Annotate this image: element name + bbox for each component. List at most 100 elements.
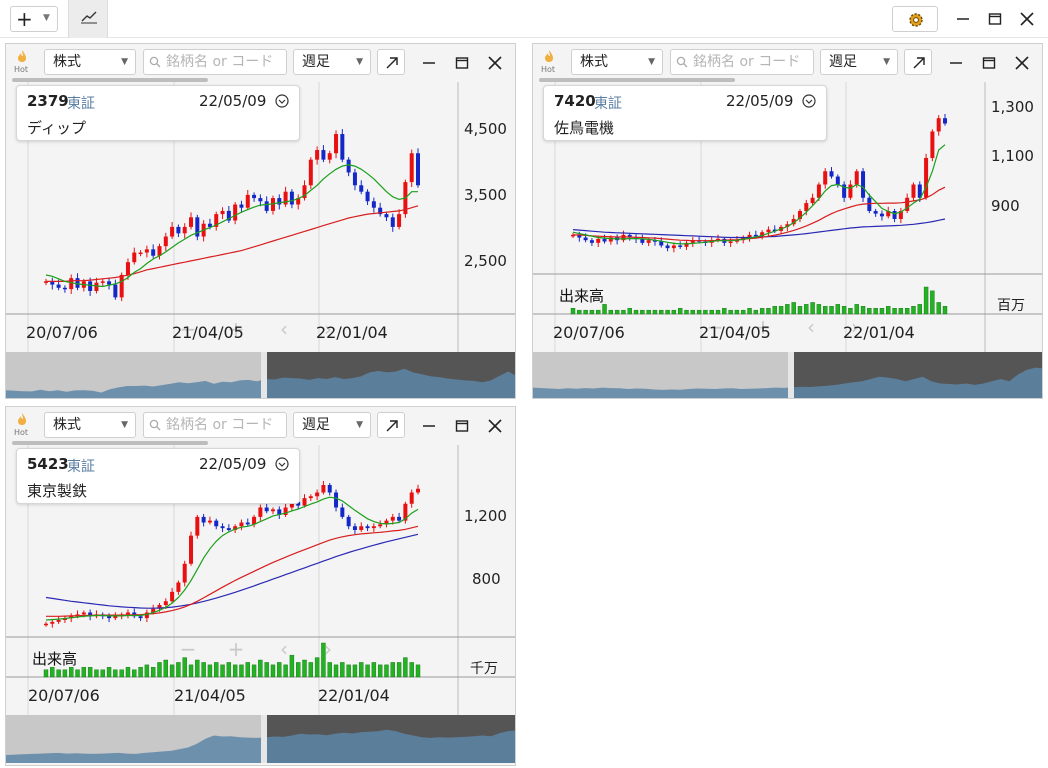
- period-select-value: 週足: [302, 54, 330, 70]
- panel-close-button[interactable]: [485, 416, 505, 436]
- moving-average-short-line: [45, 496, 419, 621]
- chevron-down-circle-icon[interactable]: [802, 94, 816, 108]
- scroll-right-button[interactable]: ›: [316, 638, 340, 662]
- hot-button[interactable]: Hot: [12, 48, 34, 76]
- candle-body: [340, 134, 345, 160]
- panel-maximize-button[interactable]: [452, 416, 472, 436]
- add-panel-button[interactable]: + ▼: [10, 6, 58, 32]
- volume-bar: [327, 662, 332, 678]
- stock-name: ディップ: [27, 119, 86, 137]
- chevron-down-circle-icon[interactable]: [275, 94, 289, 108]
- panel-minimize-button[interactable]: [419, 416, 439, 436]
- volume-bar: [119, 669, 124, 678]
- y-tick-label: 800: [472, 570, 501, 588]
- open-external-button[interactable]: [377, 49, 405, 75]
- candle-body: [239, 204, 244, 208]
- volume-bar: [741, 309, 746, 315]
- hot-button[interactable]: Hot: [12, 411, 34, 439]
- volume-bar: [56, 669, 61, 678]
- navigator-handle: [261, 352, 267, 398]
- zoom-out-button[interactable]: −: [176, 638, 200, 662]
- exchange-label: 東証: [67, 459, 95, 475]
- candle-body: [728, 241, 733, 244]
- chart-panel: Hot 株式 ▼ 銘柄名 or コード 週足 ▼: [5, 43, 516, 399]
- market-select[interactable]: 株式 ▼: [571, 49, 663, 75]
- x-tick-label: 20/07/06: [28, 686, 100, 705]
- volume-bar: [823, 306, 828, 315]
- candle-body: [346, 516, 351, 527]
- open-external-button[interactable]: [377, 412, 405, 438]
- candle-body: [892, 211, 897, 219]
- volume-bar: [409, 662, 414, 678]
- candle-body: [264, 201, 269, 211]
- stock-info-card: 2379 東証 22/05/09 ディップ: [16, 85, 300, 141]
- symbol-search-input[interactable]: 銘柄名 or コード: [670, 49, 814, 75]
- exchange-label: 東証: [594, 96, 622, 112]
- period-select[interactable]: 週足 ▼: [293, 49, 371, 75]
- panel-minimize-button[interactable]: [419, 53, 439, 73]
- volume-bar: [403, 657, 408, 678]
- open-external-button[interactable]: [904, 49, 932, 75]
- candle-body: [936, 118, 941, 132]
- maximize-window-button[interactable]: [982, 6, 1008, 32]
- symbol-search-input[interactable]: 銘柄名 or コード: [143, 412, 287, 438]
- y-tick-label: 900: [991, 197, 1020, 215]
- candle-body: [220, 210, 225, 215]
- volume-bar: [251, 664, 257, 678]
- volume-bar: [753, 309, 759, 315]
- period-select[interactable]: 週足 ▼: [820, 49, 898, 75]
- range-navigator[interactable]: [533, 352, 1042, 398]
- candle-body: [125, 262, 130, 275]
- market-select-value: 株式: [53, 417, 81, 433]
- chevron-down-circle-icon[interactable]: [275, 457, 289, 471]
- candle-body: [207, 520, 212, 523]
- scroll-left-button[interactable]: ‹: [272, 638, 296, 662]
- volume-bar: [195, 659, 200, 678]
- market-select[interactable]: 株式 ▼: [44, 49, 136, 75]
- panel-maximize-button[interactable]: [979, 53, 999, 73]
- chart-tab[interactable]: [68, 0, 108, 38]
- close-window-button[interactable]: [1014, 6, 1040, 32]
- market-select-value: 株式: [580, 54, 608, 70]
- candle-body: [854, 171, 859, 185]
- hot-button[interactable]: Hot: [539, 48, 561, 76]
- candle-body: [861, 171, 866, 198]
- range-navigator-chart: [6, 352, 515, 398]
- panel-minimize-button[interactable]: [946, 53, 966, 73]
- panel-close-button[interactable]: [1012, 53, 1032, 73]
- volume-bar: [911, 306, 916, 315]
- volume-bar: [87, 667, 93, 678]
- panel-close-button[interactable]: [485, 53, 505, 73]
- candle-body: [62, 287, 67, 290]
- candle-body: [646, 240, 651, 243]
- period-select[interactable]: 週足 ▼: [293, 412, 371, 438]
- candle-body: [766, 229, 771, 233]
- x-tick-label: 20/07/06: [553, 323, 625, 342]
- panel-header: Hot 株式 ▼ 銘柄名 or コード 週足 ▼: [6, 44, 515, 78]
- period-select-value: 週足: [302, 417, 330, 433]
- maximize-icon: [982, 57, 996, 69]
- volume-bar: [371, 662, 377, 678]
- candle-body: [44, 623, 48, 626]
- stock-code: 2379: [27, 92, 69, 110]
- candle-body: [879, 213, 884, 217]
- market-select[interactable]: 株式 ▼: [44, 412, 136, 438]
- volume-bar: [797, 306, 803, 315]
- y-tick-label: 3,500: [464, 186, 507, 204]
- candle-body: [665, 245, 670, 249]
- symbol-search-input[interactable]: 銘柄名 or コード: [143, 49, 287, 75]
- range-navigator[interactable]: [6, 352, 515, 398]
- minimize-window-button[interactable]: [950, 6, 976, 32]
- moving-average-mid-line: [46, 525, 419, 617]
- panel-maximize-button[interactable]: [452, 53, 472, 73]
- period-select-value: 週足: [829, 54, 857, 70]
- y-tick-label: 1,300: [991, 98, 1034, 116]
- candle-body: [56, 284, 61, 288]
- range-navigator[interactable]: [6, 715, 515, 763]
- zoom-in-button[interactable]: +: [224, 638, 248, 662]
- candle-body: [596, 238, 601, 243]
- x-axis: 20/07/06 21/04/05 22/01/04: [533, 316, 1042, 352]
- settings-button[interactable]: [892, 6, 938, 32]
- chevron-down-icon: ▼: [648, 57, 655, 67]
- volume-bar: [214, 662, 219, 678]
